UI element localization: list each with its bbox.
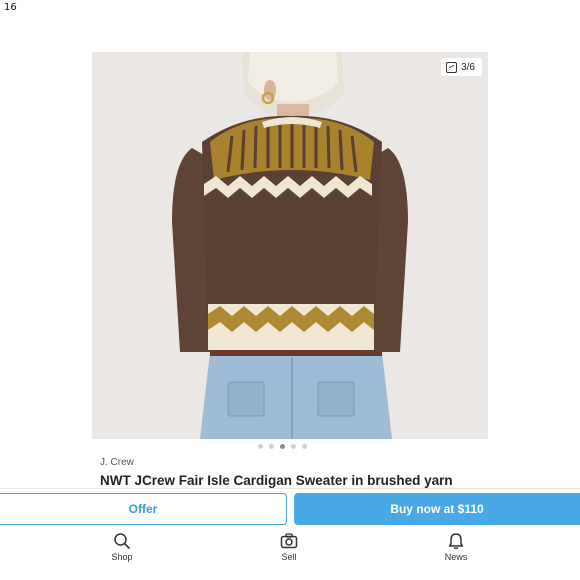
buy-now-button[interactable]: Buy now at $110 (294, 493, 580, 525)
image-counter: 3/6 (441, 58, 482, 76)
camera-icon (280, 533, 298, 549)
pagination-dot-active[interactable] (280, 444, 285, 449)
tab-sell[interactable]: Sell (259, 532, 319, 562)
tab-sell-label: Sell (281, 552, 297, 562)
pagination-dot[interactable] (269, 444, 274, 449)
brand-link[interactable]: J. Crew (100, 457, 134, 468)
pagination-dot[interactable] (291, 444, 296, 449)
image-counter-text: 3/6 (461, 61, 475, 73)
search-icon (114, 533, 130, 549)
product-image[interactable]: 3/6 (92, 52, 488, 439)
gallery-pagination (258, 444, 307, 449)
product-photo (92, 52, 488, 439)
bottom-tab-bar: Shop Sell News (0, 530, 580, 580)
action-bar: Offer Buy now at $110 (0, 488, 580, 532)
pagination-dot[interactable] (302, 444, 307, 449)
tab-shop[interactable]: Shop (92, 532, 152, 562)
tab-news[interactable]: News (426, 532, 486, 562)
bell-icon (448, 533, 464, 550)
offer-button[interactable]: Offer (0, 493, 287, 525)
listing-title: NWT JCrew Fair Isle Cardigan Sweater in … (100, 473, 453, 488)
photo-stack-icon (446, 61, 458, 73)
pagination-dot[interactable] (258, 444, 263, 449)
status-bar-time: 16 (4, 2, 17, 13)
tab-shop-label: Shop (111, 552, 133, 562)
tab-news-label: News (444, 552, 468, 562)
